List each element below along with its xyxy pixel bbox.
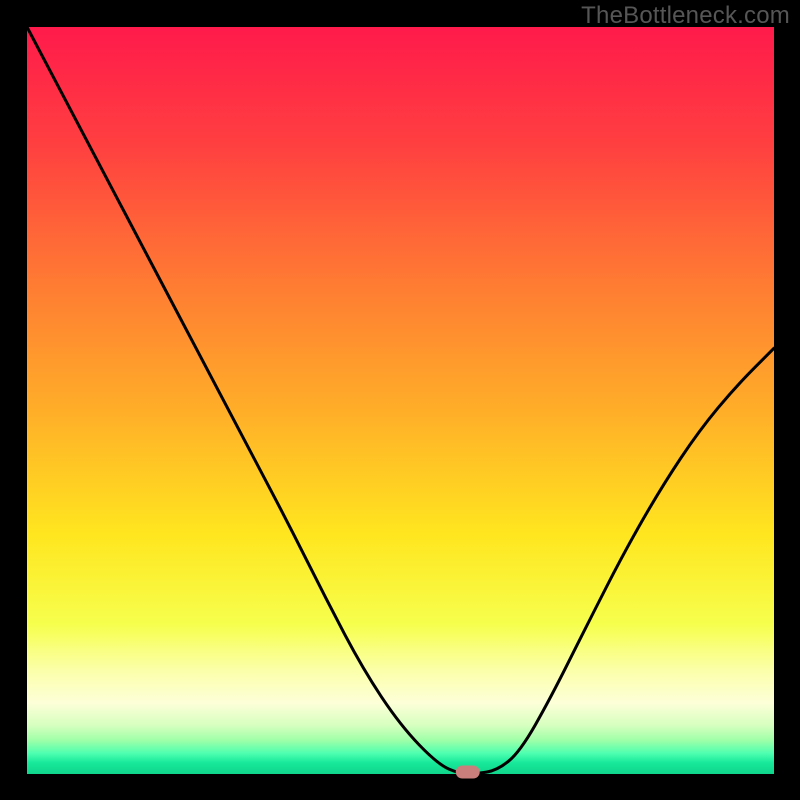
plot-background [27, 27, 774, 774]
optimal-point-marker [456, 766, 480, 779]
bottleneck-curve-chart [0, 0, 800, 800]
chart-frame: TheBottleneck.com [0, 0, 800, 800]
watermark-text: TheBottleneck.com [581, 2, 790, 30]
